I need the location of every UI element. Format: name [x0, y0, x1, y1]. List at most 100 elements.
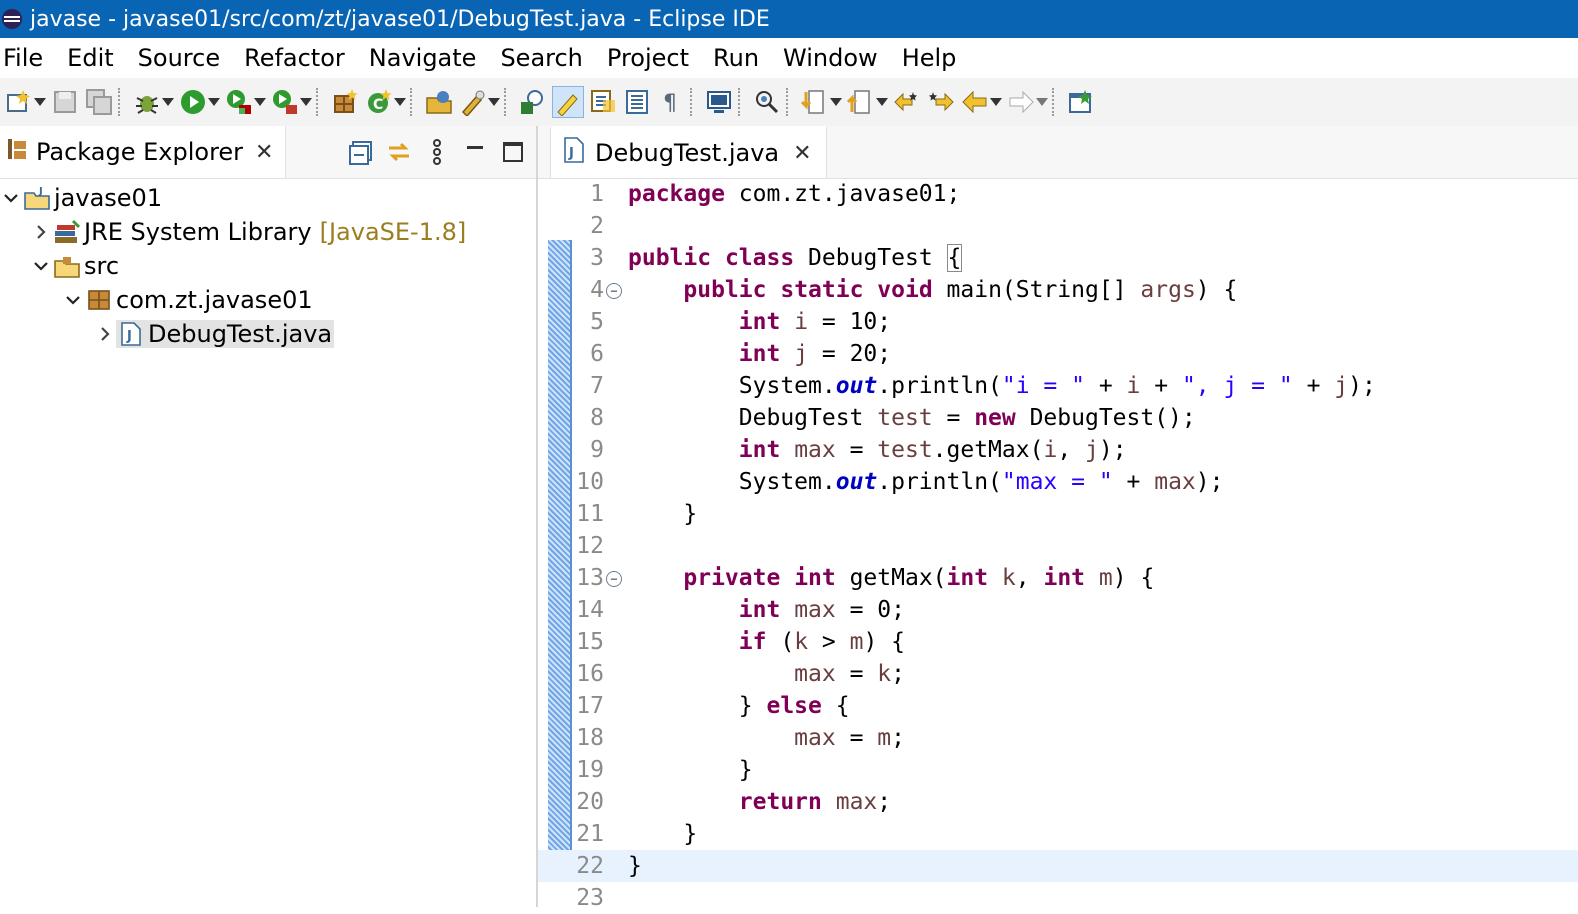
package-icon [84, 287, 114, 313]
code-text: } [628, 853, 642, 879]
next-annotation-dropdown-icon[interactable] [830, 87, 842, 117]
tree-item-label: com.zt.javase01 [116, 286, 313, 314]
menu-window[interactable]: Window [783, 42, 878, 74]
code-line: 16 max = k; [538, 658, 1578, 690]
chevron-down-icon[interactable] [0, 187, 22, 209]
collapse-all-icon[interactable] [344, 135, 378, 169]
tree-item-project[interactable]: J javase01 [0, 181, 536, 215]
menu-project[interactable]: Project [607, 42, 689, 74]
search-icon[interactable] [458, 87, 488, 117]
tab-package-explorer[interactable]: Package Explorer ✕ [0, 126, 287, 178]
menu-file[interactable]: File [3, 42, 43, 74]
back-icon[interactable] [960, 87, 990, 117]
menu-edit[interactable]: Edit [67, 42, 113, 74]
line-number: 2 [590, 213, 604, 239]
java-file-icon: J [563, 136, 585, 170]
code-line: 11 } [538, 498, 1578, 530]
line-number: 11 [576, 501, 604, 527]
previous-annotation-dropdown-icon[interactable] [876, 87, 888, 117]
fold-collapse-icon[interactable]: − [606, 283, 622, 299]
line-number: 4 [590, 277, 604, 303]
code-line: 21 } [538, 818, 1578, 850]
code-text: public static void main(String[] args) { [683, 277, 1238, 303]
skip-breakpoints-icon[interactable] [752, 87, 782, 117]
new-java-package-icon[interactable] [330, 87, 360, 117]
new-class-dropdown-icon[interactable] [394, 87, 406, 117]
chevron-down-icon[interactable] [62, 289, 84, 311]
open-type-icon[interactable] [424, 87, 454, 117]
back-dropdown-icon[interactable] [990, 87, 1002, 117]
coverage-icon[interactable] [224, 87, 254, 117]
coverage-dropdown-icon[interactable] [254, 87, 266, 117]
tree-item-jre-library[interactable]: JRE System Library [JavaSE-1.8] [0, 215, 536, 249]
menu-refactor[interactable]: Refactor [244, 42, 345, 74]
minimize-icon[interactable] [458, 135, 492, 169]
code-text: DebugTest test = new DebugTest(); [628, 405, 1196, 431]
toolbar-separator [690, 88, 696, 116]
forward-icon[interactable] [1006, 87, 1036, 117]
selected-tree-item[interactable]: J DebugTest.java [116, 320, 335, 348]
forward-dropdown-icon[interactable] [1036, 87, 1048, 117]
svg-text:J: J [38, 186, 43, 197]
new-dropdown-icon[interactable] [34, 87, 46, 117]
external-dropdown-icon[interactable] [300, 87, 312, 117]
tree-item-src[interactable]: src [0, 249, 536, 283]
code-line: 2 [538, 210, 1578, 242]
tree-item-java-file[interactable]: J DebugTest.java [0, 317, 536, 351]
tree-item-package[interactable]: com.zt.javase01 [0, 283, 536, 317]
code-line: 7 System.out.println("i = " + i + ", j =… [538, 370, 1578, 402]
link-with-editor-icon[interactable] [382, 135, 416, 169]
code-text: } [628, 501, 698, 527]
next-annotation-icon[interactable] [800, 87, 830, 117]
debug-icon[interactable] [132, 87, 162, 117]
search-dropdown-icon[interactable] [488, 87, 500, 117]
code-line: 4 − public static void main(String[] arg… [538, 274, 1578, 306]
chevron-right-icon[interactable] [30, 221, 52, 243]
fold-collapse-icon[interactable]: − [606, 571, 622, 587]
code-line: 23 [538, 882, 1578, 914]
open-console-icon[interactable] [704, 87, 734, 117]
line-number: 3 [590, 245, 604, 271]
code-line: 17 } else { [538, 690, 1578, 722]
menu-source[interactable]: Source [138, 42, 220, 74]
forward-edit-icon[interactable] [926, 87, 956, 117]
toggle-mark-occurrences-icon[interactable] [552, 86, 584, 118]
code-text: if (k > m) { [738, 629, 905, 655]
open-task-icon[interactable] [518, 87, 548, 117]
tab-debugtest-java[interactable]: J DebugTest.java ✕ [550, 126, 827, 178]
toggle-block-selection-icon[interactable] [588, 87, 618, 117]
source-folder-icon [52, 253, 82, 279]
menu-navigate[interactable]: Navigate [369, 42, 477, 74]
save-all-icon[interactable] [84, 87, 114, 117]
save-icon[interactable] [50, 87, 80, 117]
last-edit-location-icon[interactable] [892, 87, 922, 117]
code-text: public class DebugTest { [628, 244, 963, 272]
menu-run[interactable]: Run [713, 42, 759, 74]
show-whitespace-icon[interactable] [622, 87, 652, 117]
close-icon[interactable]: ✕ [255, 140, 273, 165]
menu-search[interactable]: Search [500, 42, 582, 74]
eclipse-icon [0, 7, 24, 31]
package-explorer-view: Package Explorer ✕ J javase01 JRE System… [0, 126, 538, 907]
view-menu-icon[interactable] [420, 135, 454, 169]
code-editor[interactable]: 1 package com.zt.javase01; 2 3 public cl… [538, 178, 1578, 911]
tree-item-decoration: [JavaSE-1.8] [319, 218, 467, 246]
run-external-tool-icon[interactable] [270, 87, 300, 117]
chevron-right-icon[interactable] [94, 323, 116, 345]
maximize-icon[interactable] [496, 135, 530, 169]
library-icon [52, 219, 82, 245]
run-icon[interactable] [178, 87, 208, 117]
previous-annotation-icon[interactable] [846, 87, 876, 117]
new-java-class-icon[interactable]: C [364, 87, 394, 117]
view-toolbar [344, 135, 534, 169]
open-perspective-icon[interactable] [1066, 87, 1096, 117]
new-wizard-icon[interactable] [4, 87, 34, 117]
java-file-icon: J [116, 321, 146, 347]
paragraph-icon[interactable]: ¶ [656, 87, 686, 117]
close-icon[interactable]: ✕ [793, 141, 811, 166]
line-number: 5 [590, 309, 604, 335]
run-dropdown-icon[interactable] [208, 87, 220, 117]
menu-help[interactable]: Help [902, 42, 957, 74]
debug-dropdown-icon[interactable] [162, 87, 174, 117]
chevron-down-icon[interactable] [30, 255, 52, 277]
